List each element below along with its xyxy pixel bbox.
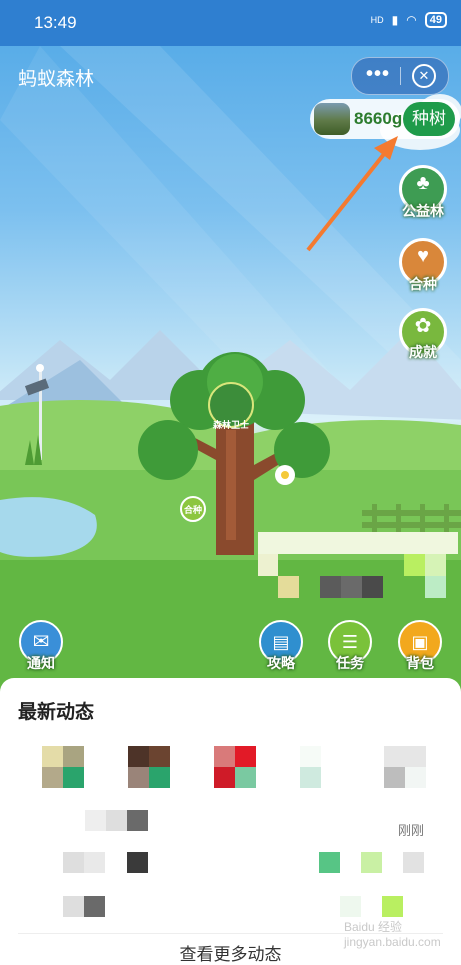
public-forest-label: 公益林 [402, 203, 444, 219]
wifi-icon: ◠ [406, 13, 417, 27]
feed-title: 最新动态 [18, 702, 95, 723]
avatar[interactable] [128, 746, 170, 788]
list-item[interactable] [85, 810, 149, 832]
status-bar: 13:49 HD ▮ ◠ 49 [0, 0, 461, 46]
signal-icon: ▮ [391, 13, 399, 27]
battery-icon: 49 [424, 12, 447, 28]
miniapp-capsule: ••• ✕ [351, 57, 449, 95]
close-button[interactable]: ✕ [412, 64, 436, 88]
feed-list: 刚刚 [18, 734, 443, 940]
task-label: 任务 [336, 655, 364, 671]
plant-tree-button[interactable]: 种树 [403, 102, 455, 136]
more-button[interactable]: ••• [366, 63, 390, 86]
avatar[interactable] [214, 746, 256, 788]
page-title: 蚂蚁森林 [18, 69, 95, 90]
energy-value: 8660g [354, 109, 403, 128]
notification-label: 通知 [27, 655, 55, 671]
network-label: HD [370, 15, 384, 25]
avatar[interactable] [384, 746, 426, 788]
guide-label: 攻略 [267, 655, 295, 671]
timestamp: 刚刚 [398, 823, 425, 838]
achievement-label: 成就 [409, 344, 437, 360]
avatar[interactable] [300, 746, 342, 788]
annotation-arrow [306, 136, 398, 252]
system-icons: HD ▮ ◠ 49 [371, 12, 447, 28]
medal-text: 森林卫士 [212, 420, 249, 430]
backpack-label: 背包 [406, 655, 434, 671]
watermark: Baidu 经验 jingyan.baidu.com [344, 920, 441, 949]
achievement-icon: ✿ [414, 315, 432, 337]
avatar[interactable] [42, 746, 84, 788]
list-item[interactable] [63, 896, 461, 918]
forest-icon: ♣ [416, 172, 430, 194]
cooperate-label: 合种 [409, 276, 437, 292]
cooperate-tag-label: 合种 [183, 505, 202, 515]
status-time: 13:49 [34, 13, 77, 32]
list-item[interactable] [63, 852, 461, 874]
blurred-region [258, 532, 458, 598]
cooperate-icon: ♥ [417, 245, 429, 267]
capsule-divider [400, 67, 401, 85]
